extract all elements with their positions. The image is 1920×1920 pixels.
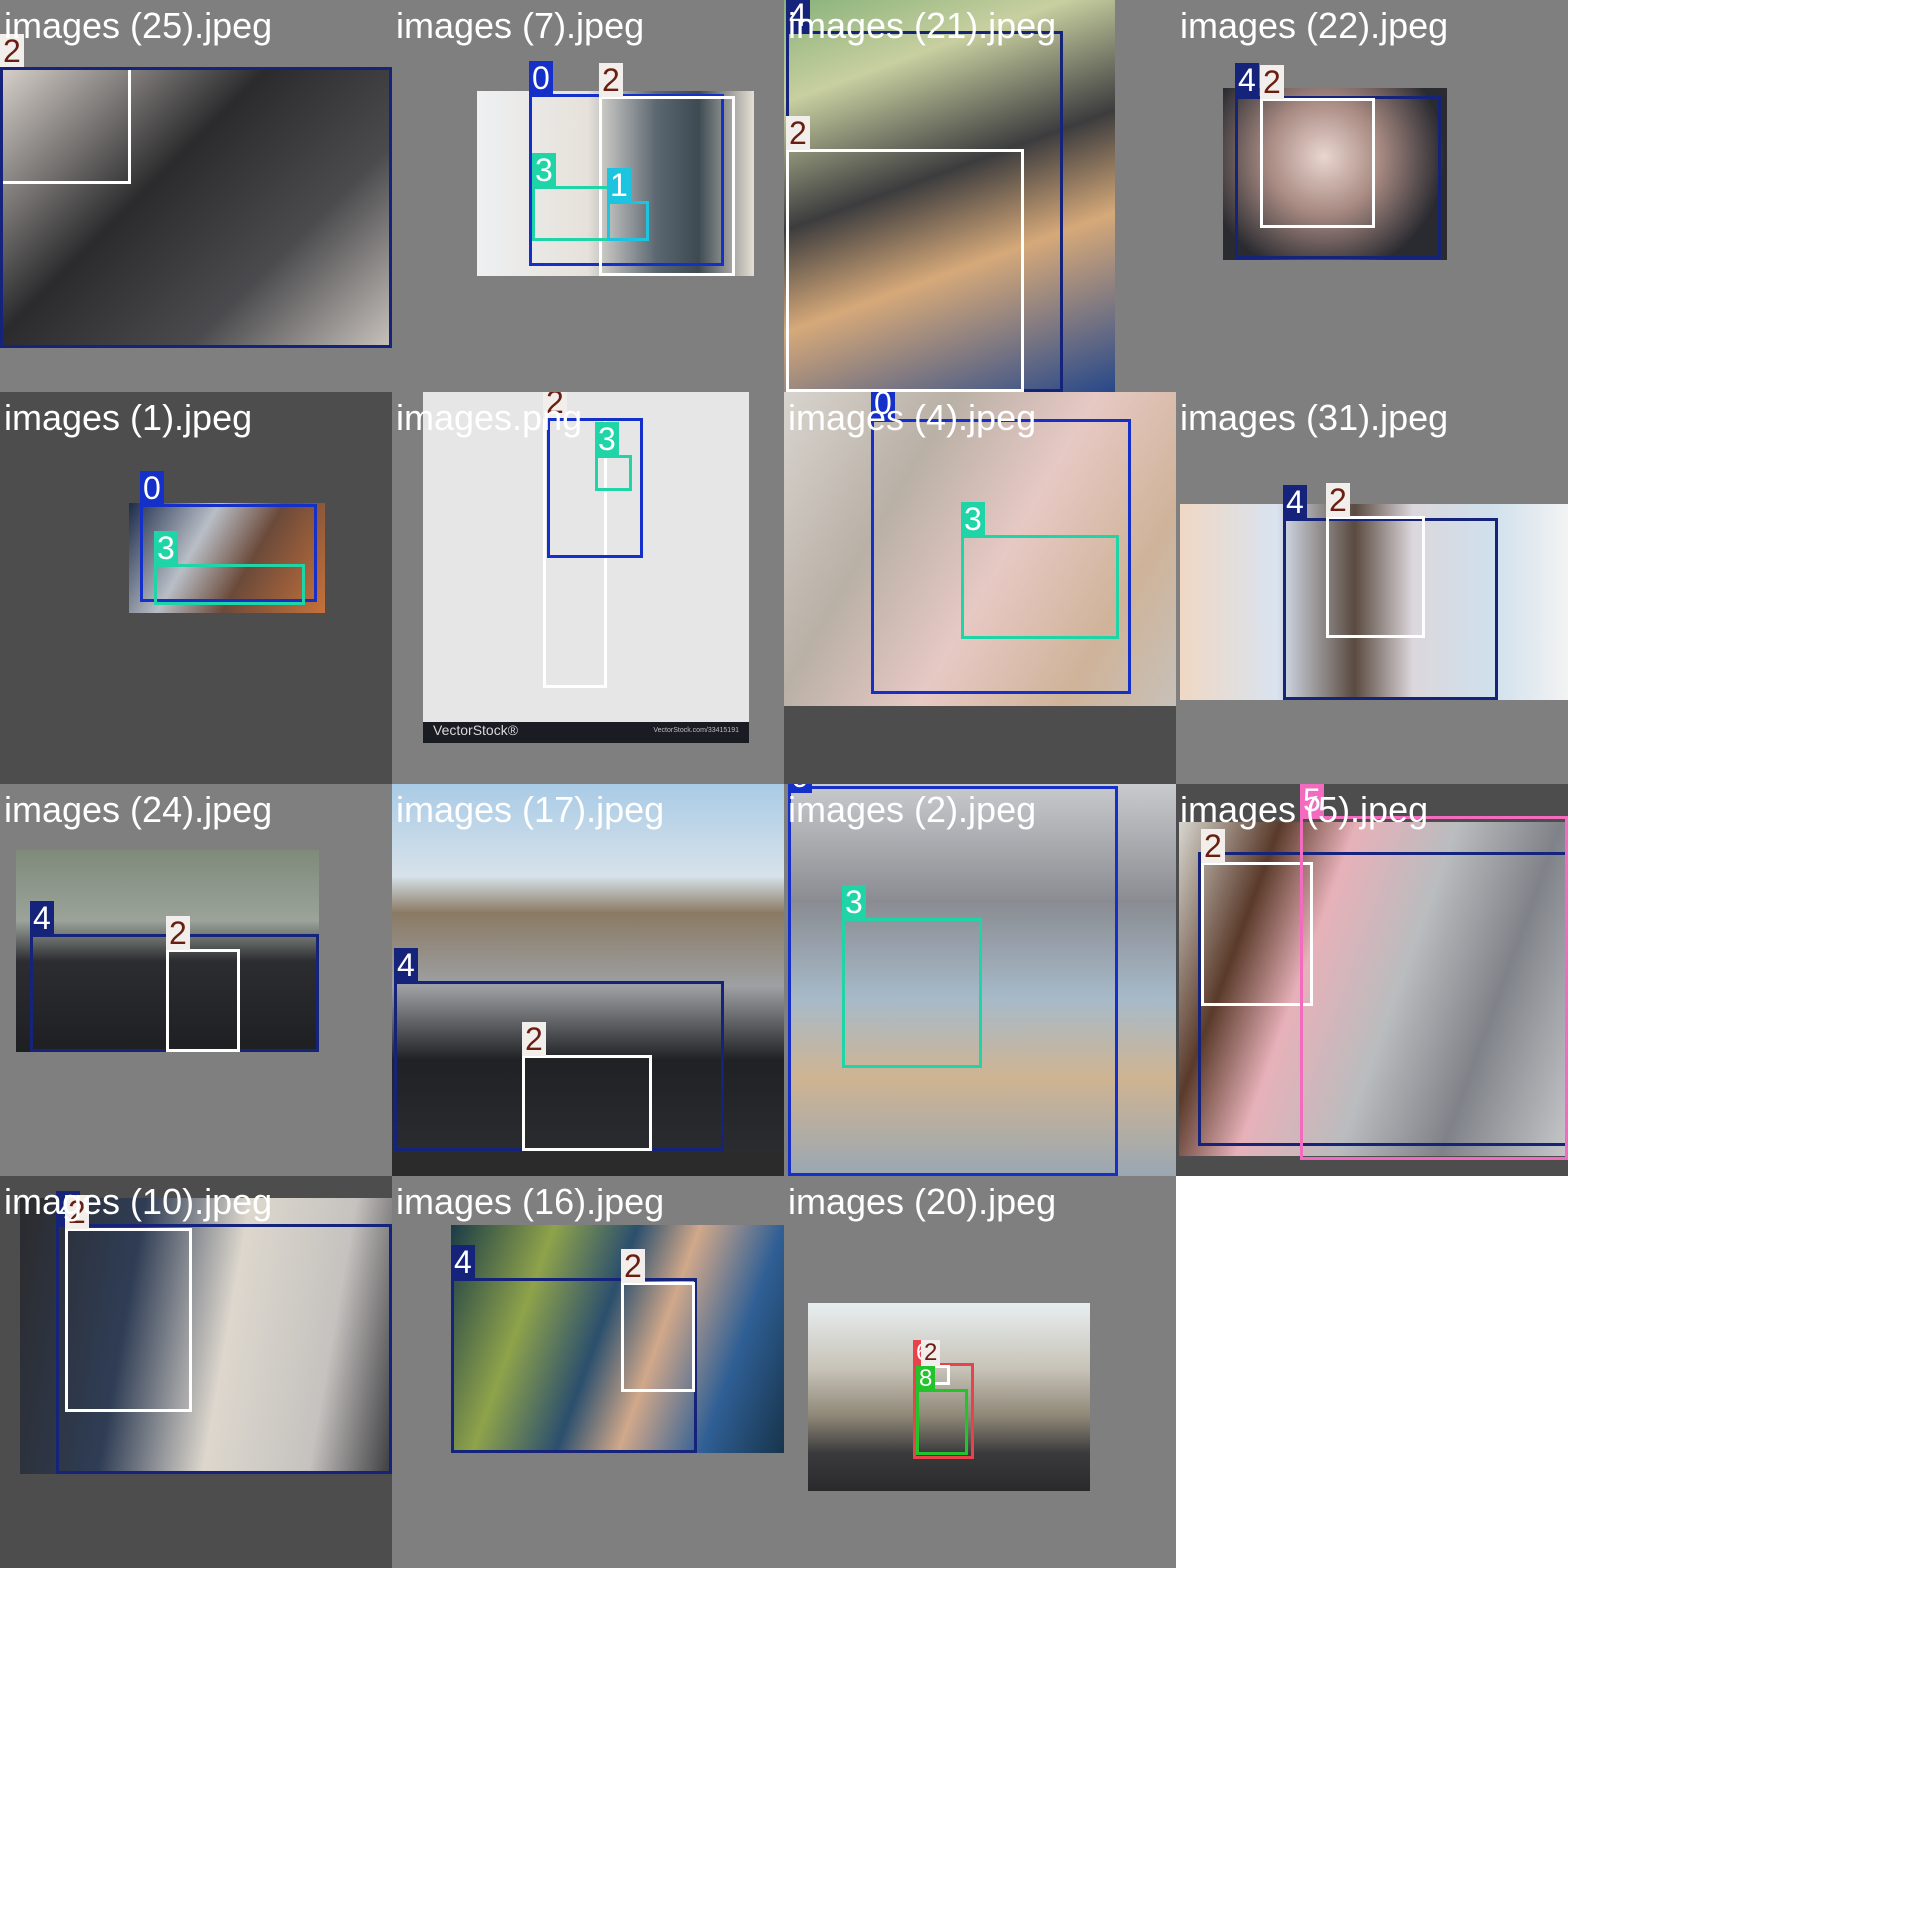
tile-images-png: VectorStock® VectorStock.com/33415191 2 …: [392, 392, 784, 784]
tile-images-20: 6 2 8 images (20).jpeg: [784, 1176, 1176, 1568]
bbox-1: 1: [607, 168, 649, 241]
bbox-2: 2: [166, 916, 240, 1052]
tile-images-21: 4 2 images (21).jpeg: [784, 0, 1176, 392]
box-label: 0: [529, 61, 553, 95]
bbox-3: 3: [532, 153, 610, 241]
bbox-3: 3: [961, 502, 1119, 639]
box-label: 4: [451, 1245, 475, 1279]
tile-images-17: 4 2 images (17).jpeg: [392, 784, 784, 1176]
box-label: 4: [1283, 485, 1307, 519]
tile-title: images (5).jpeg: [1180, 789, 1429, 830]
tile-title: images (25).jpeg: [4, 5, 273, 46]
bbox-3: 3: [595, 422, 632, 491]
tile-images-7: 0 2 3 1 images (7).jpeg: [392, 0, 784, 392]
bbox-2: 2: [786, 116, 1024, 392]
tile-images-1: 0 3 images (1).jpeg: [0, 392, 392, 784]
bbox-2: 2: [621, 1249, 695, 1392]
box-label: 2: [166, 916, 190, 950]
mosaic-grid: 2 images (25).jpeg 0 2 3 1 images (7).jp…: [0, 0, 1920, 1920]
bbox-2: 2: [522, 1022, 652, 1151]
tile-images-24: 4 2 images (24).jpeg: [0, 784, 392, 1176]
box-label: 3: [595, 422, 619, 456]
box-label: 3: [532, 153, 556, 187]
box-label: 1: [607, 168, 631, 202]
box-label: 4: [1235, 63, 1259, 97]
box-label: 2: [522, 1022, 546, 1056]
bbox-2: 2: [65, 1195, 192, 1412]
tile-images-16: 4 2 images (16).jpeg: [392, 1176, 784, 1568]
bbox-2: 2: [1326, 483, 1425, 638]
bbox-3: 3: [842, 885, 982, 1068]
tile-title: images (2).jpeg: [788, 789, 1037, 830]
bbox-8: 8: [916, 1366, 968, 1455]
box-label: 4: [30, 901, 54, 935]
tile-images-10: 4 2 images (10).jpeg: [0, 1176, 392, 1568]
tile-title: images (7).jpeg: [396, 5, 645, 46]
tile-title: images (1).jpeg: [4, 397, 253, 438]
tile-title: images (17).jpeg: [396, 789, 665, 830]
tile-images-25: 2 images (25).jpeg: [0, 0, 392, 392]
box-label: 2: [621, 1249, 645, 1283]
box-label: 2: [1260, 65, 1284, 99]
tile-images-5: 2 5 images (5).jpeg: [1176, 784, 1568, 1176]
box-label: 0: [140, 471, 164, 505]
box-label: 2: [1326, 483, 1350, 517]
bbox-2: 2: [1260, 65, 1375, 228]
box-label: 2: [599, 63, 623, 97]
tile-images-31: 4 2 images (31).jpeg: [1176, 392, 1568, 784]
bbox-3: 3: [154, 531, 305, 605]
vectorstock-logo: VectorStock®: [433, 722, 519, 738]
tile-title: images (20).jpeg: [788, 1181, 1057, 1222]
bbox-unlabeled: [0, 67, 392, 348]
bbox-5: 5: [1300, 784, 1568, 1160]
tile-title: images (24).jpeg: [4, 789, 273, 830]
tile-images-22: 4 2 images (22).jpeg: [1176, 0, 1568, 392]
tile-title: images (16).jpeg: [396, 1181, 665, 1222]
box-label: 2: [921, 1340, 941, 1366]
box-label: 8: [916, 1366, 936, 1392]
tile-title: images (4).jpeg: [788, 397, 1037, 438]
box-label: 3: [842, 885, 866, 919]
box-label: 4: [394, 948, 418, 982]
tile-empty: [1176, 1176, 1568, 1568]
tile-title: images (31).jpeg: [1180, 397, 1449, 438]
tile-images-2: 0 3 images (2).jpeg: [784, 784, 1176, 1176]
box-label: 3: [961, 502, 985, 536]
bbox-2: 2: [1201, 829, 1313, 1006]
box-label: 2: [786, 116, 810, 150]
box-label: 3: [154, 531, 178, 565]
tile-title: images (22).jpeg: [1180, 5, 1449, 46]
vectorstock-url: VectorStock.com/33415191: [653, 727, 739, 734]
tile-title: images (21).jpeg: [788, 5, 1057, 46]
tile-title: images.png: [396, 397, 583, 438]
box-label: 2: [1201, 829, 1225, 863]
tile-images-4: 0 3 images (4).jpeg: [784, 392, 1176, 784]
tile-title: images (10).jpeg: [4, 1181, 273, 1222]
